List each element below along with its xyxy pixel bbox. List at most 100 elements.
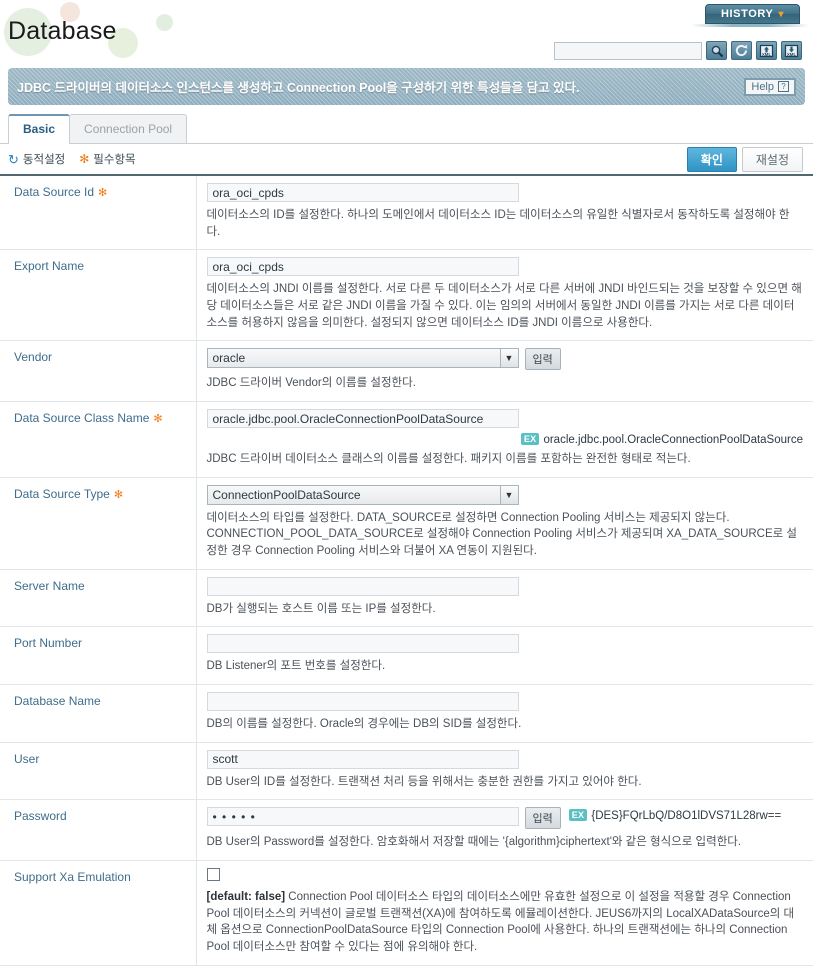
legend-and-actions: ↻ 동적설정 ✻ 필수항목 확인 재설정 bbox=[0, 144, 813, 174]
form-row: Vendor oracle ▼ 입력 JDBC 드라이버 Vendor의 이름를 설정한… bbox=[0, 340, 813, 402]
text-input[interactable] bbox=[206, 257, 519, 277]
field-control-cell: EXoracle.jdbc.pool.OracleConnectionPoolD… bbox=[196, 402, 813, 478]
text-input[interactable] bbox=[206, 576, 519, 596]
field-label-cell: Port Number bbox=[0, 626, 197, 685]
text-input[interactable] bbox=[206, 634, 519, 654]
field-hint: DB User의 Password를 설정한다. 암호화해서 저장할 때에는 '… bbox=[206, 836, 742, 849]
field-label: Vendor bbox=[14, 350, 53, 365]
refresh-icon[interactable] bbox=[731, 41, 752, 60]
form-row: Database Name DB의 이름를 설정한다. Oracle의 경우에는 … bbox=[0, 684, 813, 743]
reset-button[interactable]: 재설정 bbox=[741, 146, 803, 172]
form-row: Data Source Class Name✻ EXoracle.jdbc.poo… bbox=[0, 401, 813, 478]
text-input[interactable] bbox=[206, 749, 519, 769]
field-label-cell: Database Name bbox=[0, 684, 197, 743]
field-label: Support Xa Emulation bbox=[14, 870, 131, 885]
decorative-circle bbox=[156, 14, 173, 31]
search-input[interactable] bbox=[554, 41, 702, 60]
field-label: Password bbox=[14, 809, 67, 824]
form-row: Server Name DB가 실행되는 호스트 이름 또는 IP를 설정한다. bbox=[0, 569, 813, 627]
field-hint: 데이터소스의 JNDI 이름를 설정한다. 서로 다른 두 데이터소스가 서로 … bbox=[206, 283, 802, 329]
legend-required: ✻ 필수항목 bbox=[79, 151, 135, 167]
example-value: EX {DES}FQrLbQ/D8O1lDVS71L28rw== bbox=[568, 807, 781, 822]
example-badge: EX bbox=[520, 433, 540, 446]
text-input[interactable] bbox=[206, 692, 519, 712]
select-wrapper: oracle ▼ bbox=[206, 348, 519, 369]
tab-connection-pool[interactable]: Connection Pool bbox=[69, 114, 188, 143]
chevron-down-icon: ▾ bbox=[778, 8, 785, 20]
svg-text:XML: XML bbox=[787, 52, 797, 57]
form-row: Port Number DB Listener의 포트 번호를 설정한다. bbox=[0, 626, 813, 685]
text-input[interactable] bbox=[206, 183, 519, 202]
question-mark-icon: ? bbox=[778, 81, 789, 92]
field-label-cell: Server Name bbox=[0, 569, 197, 627]
field-hint: DB Listener의 포트 번호를 설정한다. bbox=[206, 660, 386, 673]
field-label: User bbox=[14, 751, 40, 766]
settings-form: Data Source Id✻데이터소스의 ID를 설정한다. 하나의 도메인에… bbox=[0, 174, 813, 966]
search-toolbar: XML XML bbox=[554, 41, 802, 60]
form-row: User DB User의 ID를 설정한다. 트랜잭션 처리 등을 위해서는 충… bbox=[0, 742, 813, 800]
field-control-cell: 입력 EX{DES}FQrLbQ/D8O1lDVS71L28rw== DB User… bbox=[196, 800, 813, 861]
legend-dynamic-label: 동적설정 bbox=[22, 154, 66, 166]
help-button[interactable]: Help ? bbox=[744, 77, 796, 96]
field-control-cell: oracle ▼ 입력 JDBC 드라이버 Vendor의 이름를 설정한다. bbox=[196, 341, 813, 402]
vendor-apply-button[interactable]: 입력 bbox=[524, 348, 561, 371]
field-hint: DB의 이름를 설정한다. Oracle의 경우에는 DB의 SID를 설정한다… bbox=[206, 718, 522, 731]
text-input[interactable] bbox=[206, 409, 519, 429]
field-hint: [default: false] Connection Pool 데이터소스 타… bbox=[206, 891, 795, 954]
field-label-cell: Export Name bbox=[0, 249, 197, 341]
field-label-cell: User bbox=[0, 742, 197, 800]
field-label: Export Name bbox=[14, 259, 85, 274]
password-input[interactable] bbox=[206, 807, 519, 827]
top-bar: Database HISTORY ▾ XML XML bbox=[0, 0, 813, 68]
form-row: Support Xa Emulation [default: false] Con… bbox=[0, 860, 813, 966]
xml-upload-icon[interactable]: XML bbox=[756, 41, 777, 60]
description-text: JDBC 드라이버의 데이터소스 인스턴스를 생성하고 Connection P… bbox=[17, 81, 580, 95]
field-hint: 데이터소스의 타입를 설정한다. DATA_SOURCE로 설정하면 Conne… bbox=[206, 511, 798, 558]
tab-basic[interactable]: Basic bbox=[8, 114, 71, 144]
field-control-cell: 데이터소스의 JNDI 이름를 설정한다. 서로 다른 두 데이터소스가 서로 … bbox=[196, 250, 813, 341]
select-wrapper: ConnectionPoolDataSource ▼ bbox=[206, 484, 519, 505]
field-label-cell: Vendor bbox=[0, 340, 197, 402]
history-shelf-divider bbox=[691, 24, 809, 27]
field-label: Data Source Id bbox=[14, 185, 95, 199]
field-control-cell: [default: false] Connection Pool 데이터소스 타… bbox=[196, 861, 813, 966]
form-row: Data Source Id✻ 데이터소스의 ID를 설정한다. 하나의 도메인에… bbox=[0, 175, 813, 250]
field-control-cell: DB User의 ID를 설정한다. 트랜잭션 처리 등을 위해서는 충분한 권… bbox=[196, 742, 813, 800]
field-label-cell: Data Source Type ✻ bbox=[0, 477, 197, 570]
field-label-cell: Data Source Class Name ✻ bbox=[0, 401, 197, 478]
field-control-cell: DB의 이름를 설정한다. Oracle의 경우에는 DB의 SID를 설정한다… bbox=[196, 685, 813, 743]
confirm-button[interactable]: 확인 bbox=[686, 146, 737, 172]
tab-bar: Basic Connection Pool bbox=[0, 114, 813, 144]
checkbox[interactable] bbox=[206, 868, 220, 882]
password-apply-button[interactable]: 입력 bbox=[524, 807, 561, 830]
form-row: Export Name 데이터소스의 JNDI 이름를 설정한다. 서로 다른 두… bbox=[0, 249, 813, 341]
field-label: Data Source Class Name bbox=[14, 411, 150, 426]
field-label-cell: Support Xa Emulation bbox=[0, 860, 197, 966]
field-label: Data Source Type bbox=[14, 486, 110, 501]
example-row: EX oracle.jdbc.pool.OracleConnectionPoolD… bbox=[207, 433, 803, 447]
page-title: Database bbox=[8, 17, 117, 45]
field-control-cell: DB Listener의 포트 번호를 설정한다. bbox=[196, 627, 813, 685]
default-value-tag: [default: false] bbox=[206, 891, 289, 904]
field-control-cell: DB가 실행되는 호스트 이름 또는 IP를 설정한다. bbox=[196, 569, 813, 627]
field-label: Port Number bbox=[14, 636, 83, 651]
field-label-cell: Password bbox=[0, 799, 197, 861]
search-icon[interactable] bbox=[706, 41, 727, 60]
field-hint: DB User의 ID를 설정한다. 트랜잭션 처리 등을 위해서는 충분한 권… bbox=[206, 775, 642, 788]
field-hint: JDBC 드라이버 데이터소스 클래스의 이름를 설정한다. 패키지 이름를 포… bbox=[206, 453, 691, 466]
field-control-cell: ConnectionPoolDataSource ▼ 데이터소스의 타입를 설정한다… bbox=[196, 477, 813, 569]
field-hint: JDBC 드라이버 Vendor의 이름를 설정한다. bbox=[206, 377, 416, 390]
example-value: oracle.jdbc.pool.OracleConnectionPoolDat… bbox=[543, 434, 803, 447]
history-label: HISTORY bbox=[720, 8, 774, 20]
refresh-small-icon: ↻ bbox=[8, 151, 19, 167]
form-row: Password 입력 EX{DES}FQrLbQ/D8O1lDVS71L28rw=… bbox=[0, 799, 813, 861]
history-button[interactable]: HISTORY ▾ bbox=[705, 4, 800, 24]
dropdown-select[interactable]: oracle bbox=[206, 348, 519, 369]
required-asterisk-icon: ✻ bbox=[113, 488, 124, 501]
field-label-cell: Data Source Id ✻ bbox=[0, 175, 197, 250]
password-row: 입력 EX{DES}FQrLbQ/D8O1lDVS71L28rw== bbox=[206, 807, 804, 830]
required-asterisk-icon: ✻ bbox=[153, 413, 163, 426]
dropdown-select[interactable]: ConnectionPoolDataSource bbox=[206, 484, 519, 505]
form-row: Data Source Type ✻ ConnectionPoolDataSourc… bbox=[0, 477, 813, 570]
xml-download-icon[interactable]: XML bbox=[781, 41, 802, 60]
